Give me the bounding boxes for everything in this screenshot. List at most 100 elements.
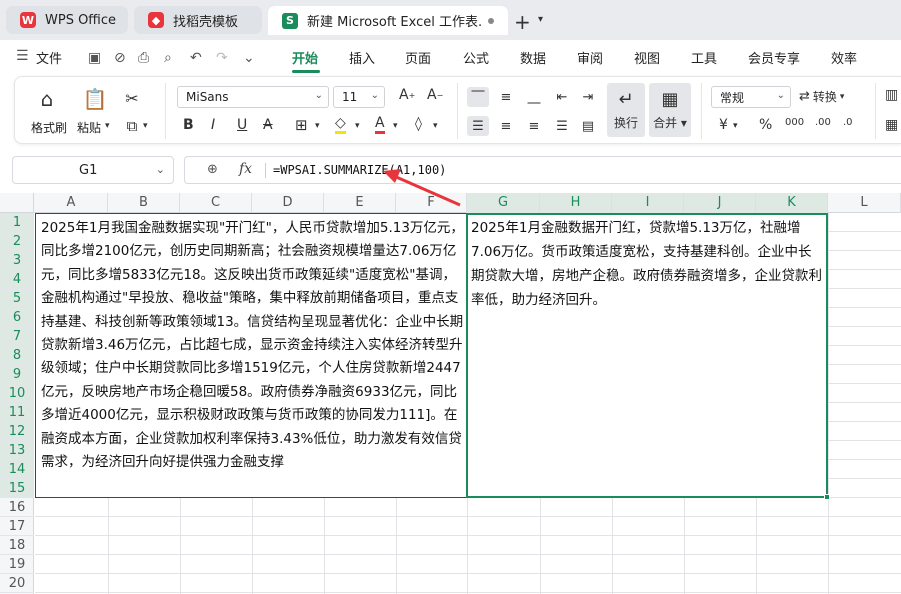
merge-button[interactable]: ▦ 合并 ▾ [649,83,691,137]
chevron-down-icon[interactable]: ⌄ [243,50,255,66]
menu-data[interactable]: 数据 [520,48,546,67]
name-box[interactable]: G1 ⌄ [12,156,174,184]
zoom-icon[interactable]: ⊕ [207,162,218,177]
font-size-select[interactable]: 11 ⌄ [333,86,385,108]
undo-icon[interactable]: ↶ [190,50,202,66]
save-icon[interactable]: ▣ [88,50,101,66]
paste-icon[interactable]: 📋 [83,87,108,111]
link-icon[interactable]: ⊘ [114,50,126,66]
tab-wps-office[interactable]: W WPS Office [6,6,128,34]
row-header-11[interactable]: 11 [0,403,34,422]
row-header-16[interactable]: 16 [0,498,34,517]
row-header-8[interactable]: 8 [0,346,34,365]
distributed-icon[interactable]: ▤ [577,116,599,136]
row-header-12[interactable]: 12 [0,422,34,441]
row-header-5[interactable]: 5 [0,289,34,308]
column-header-k[interactable]: K [756,193,828,213]
align-top-icon[interactable]: ⎺ [467,87,489,107]
conditional-format-icon[interactable]: ▥ [885,87,898,103]
align-bottom-icon[interactable]: ⎽ [523,87,545,107]
insert-function-icon[interactable]: fx [239,161,252,177]
chevron-down-icon[interactable]: ▾ [393,121,398,131]
column-header-h[interactable]: H [540,193,612,213]
row-header-4[interactable]: 4 [0,270,34,289]
align-middle-icon[interactable]: ≡ [495,87,517,107]
chevron-down-icon[interactable]: ▾ [433,121,438,131]
column-header-l[interactable]: L [828,193,901,213]
font-color-icon[interactable]: A [375,115,385,134]
number-format-select[interactable]: 常规 ⌄ [711,86,791,108]
menu-page[interactable]: 页面 [405,48,431,67]
chevron-down-icon[interactable]: ▾ [105,121,110,131]
menu-file[interactable]: 文件 [36,48,62,67]
formula-input[interactable]: =WPSAI.SUMMARIZE(A1,100) [273,163,446,177]
row-header-17[interactable]: 17 [0,517,34,536]
merged-cell-g1-selected[interactable]: 2025年1月金融数据开门红，贷款增5.13万亿，社融增7.06万亿。货币政策适… [466,213,828,498]
merged-cell-a1[interactable]: 2025年1月我国金融数据实现"开门红"，人民币贷款增加5.13万亿元，同比多增… [35,213,467,498]
fill-handle[interactable] [824,494,830,500]
row-header-3[interactable]: 3 [0,251,34,270]
menu-tools[interactable]: 工具 [691,48,717,67]
row-header-19[interactable]: 19 [0,555,34,574]
row-header-10[interactable]: 10 [0,384,34,403]
italic-icon[interactable]: I [211,117,215,133]
row-header-7[interactable]: 7 [0,327,34,346]
align-left-icon[interactable]: ☰ [467,116,489,136]
cut-icon[interactable]: ✂ [121,87,143,109]
new-tab-plus-icon[interactable]: + [514,10,531,34]
underline-icon[interactable]: U [237,117,247,133]
hamburger-menu-icon[interactable]: ☰ [16,48,29,64]
table-style-icon[interactable]: ▦ [885,117,898,133]
tab-docer-templates[interactable]: ◆ 找稻壳模板 [134,6,262,34]
row-header-20[interactable]: 20 [0,574,34,593]
menu-insert[interactable]: 插入 [349,48,375,67]
justify-icon[interactable]: ☰ [551,116,573,136]
fill-color-icon[interactable]: ◇ [335,115,346,134]
menu-view[interactable]: 视图 [634,48,660,67]
clear-format-icon[interactable]: ◊ [415,116,422,132]
menu-efficiency[interactable]: 效率 [831,48,857,67]
column-header-g[interactable]: G [467,193,540,213]
column-header-d[interactable]: D [252,193,324,213]
menu-review[interactable]: 审阅 [577,48,603,67]
chevron-down-icon[interactable]: ▾ [355,121,360,131]
row-header-13[interactable]: 13 [0,441,34,460]
thousands-separator-icon[interactable]: 000 [785,117,804,128]
row-header-2[interactable]: 2 [0,232,34,251]
select-all-corner[interactable] [0,193,34,213]
menu-home[interactable]: 开始 [292,48,318,67]
decrease-font-icon[interactable]: A − [427,87,443,103]
copy-icon[interactable]: ⧉ [121,115,143,137]
chevron-down-icon[interactable]: ▾ [733,121,738,131]
currency-icon[interactable]: ¥ [719,117,728,133]
chevron-down-icon[interactable]: ▾ [315,121,320,131]
row-header-14[interactable]: 14 [0,460,34,479]
menu-formulas[interactable]: 公式 [463,48,489,67]
font-name-select[interactable]: MiSans ⌄ [177,86,329,108]
chevron-down-icon[interactable]: ▾ [538,14,543,25]
increase-font-icon[interactable]: A + [399,87,415,103]
unsaved-dot-icon[interactable] [488,18,494,24]
column-header-a[interactable]: A [35,193,108,213]
print-preview-icon[interactable]: ⌕ [164,50,172,66]
indent-decrease-icon[interactable]: ⇤ [551,87,573,107]
borders-icon[interactable]: ⊞ [295,116,308,134]
cell-grid[interactable]: 2025年1月我国金融数据实现"开门红"，人民币贷款增加5.13万亿元，同比多增… [35,213,901,594]
paste-label[interactable]: 粘贴 [77,119,101,136]
wrap-text-button[interactable]: ↵ 换行 [607,83,645,137]
row-header-9[interactable]: 9 [0,365,34,384]
strikethrough-icon[interactable]: A [263,117,273,133]
column-header-f[interactable]: F [396,193,467,213]
chevron-down-icon[interactable]: ▾ [143,121,148,131]
column-header-j[interactable]: J [684,193,756,213]
row-header-1[interactable]: 1 [0,213,34,232]
increase-decimal-icon[interactable]: .00 [815,117,831,128]
redo-icon[interactable]: ↷ [216,50,228,66]
row-header-6[interactable]: 6 [0,308,34,327]
menu-member[interactable]: 会员专享 [748,48,800,67]
column-header-i[interactable]: I [612,193,684,213]
row-header-18[interactable]: 18 [0,536,34,555]
formula-bar[interactable]: ⊕ fx =WPSAI.SUMMARIZE(A1,100) [184,156,901,184]
format-painter-icon[interactable]: ⌂ [35,87,59,111]
decrease-decimal-icon[interactable]: .0 [843,117,853,128]
